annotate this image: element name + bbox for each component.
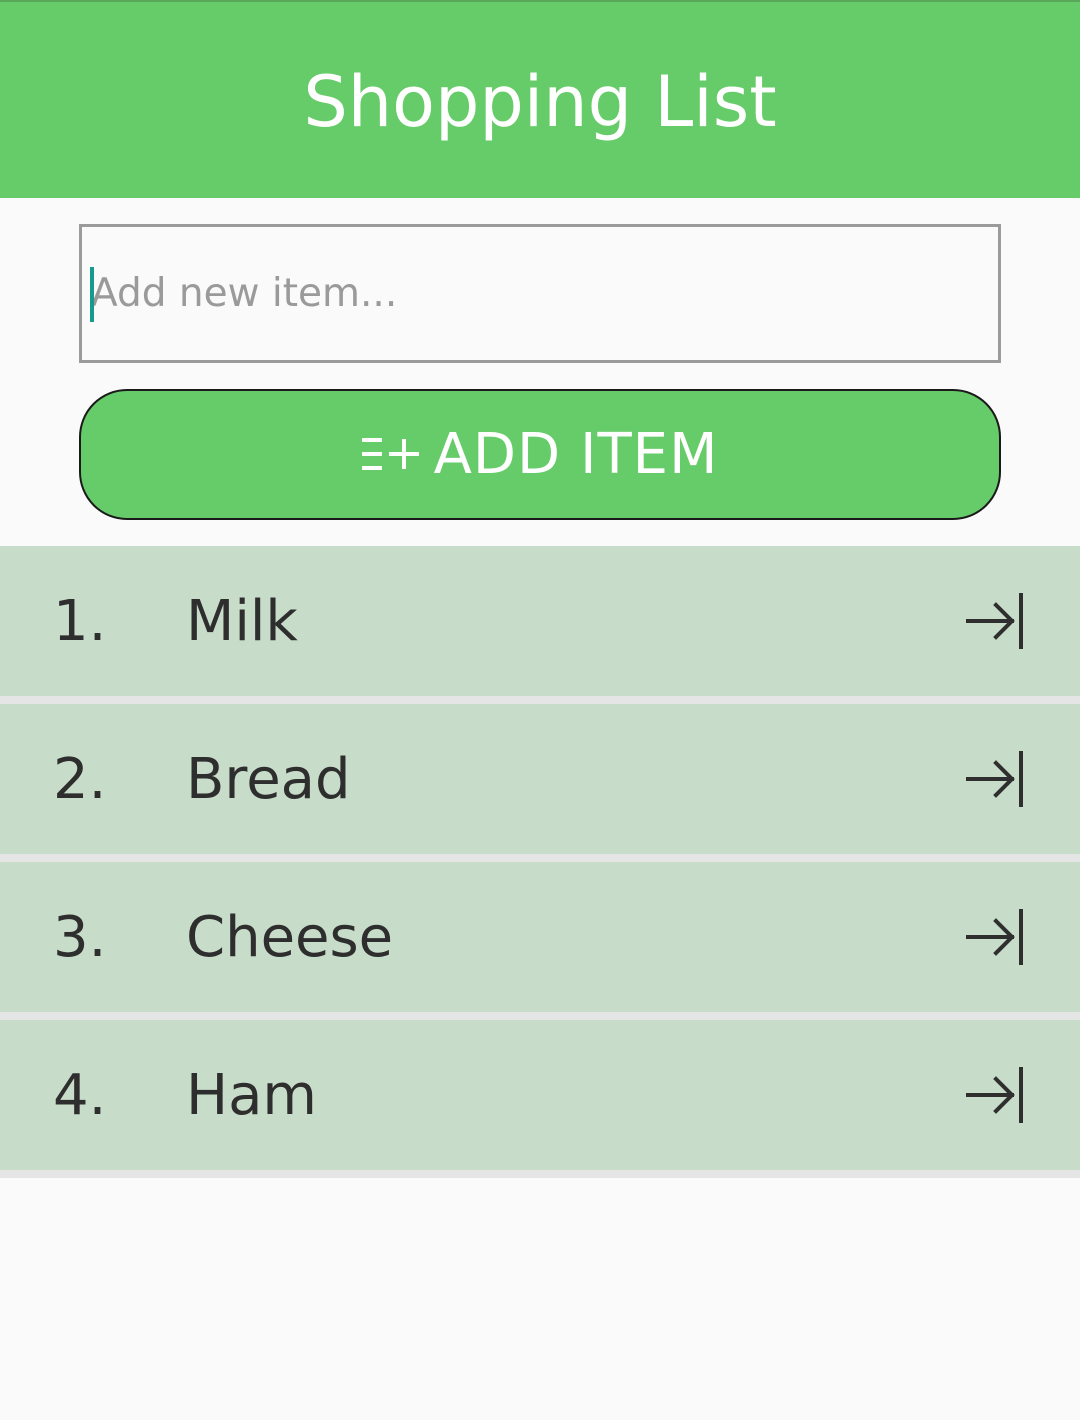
- list-item[interactable]: 1. Milk: [0, 546, 1080, 696]
- playlist-add-icon: [361, 437, 419, 470]
- item-name: Ham: [186, 1062, 317, 1128]
- item-name: Bread: [186, 746, 351, 812]
- shopping-list: 1. Milk 2. Bread 3. Cheese 4. Ham: [0, 546, 1080, 1178]
- item-number: 4.: [53, 1062, 107, 1128]
- arrow-to-right-bar-icon[interactable]: [962, 1066, 1026, 1124]
- arrow-to-right-bar-icon[interactable]: [962, 592, 1026, 650]
- add-item-label: ADD ITEM: [433, 422, 719, 487]
- item-name: Cheese: [186, 904, 394, 970]
- arrow-to-right-bar-icon[interactable]: [962, 750, 1026, 808]
- list-item[interactable]: 4. Ham: [0, 1020, 1080, 1170]
- top-divider: [0, 0, 1080, 2]
- list-item[interactable]: 2. Bread: [0, 704, 1080, 854]
- item-number: 3.: [53, 904, 107, 970]
- add-item-button[interactable]: ADD ITEM: [79, 389, 1001, 520]
- list-item[interactable]: 3. Cheese: [0, 862, 1080, 1012]
- text-caret: [90, 267, 94, 322]
- new-item-input[interactable]: [82, 227, 998, 360]
- new-item-field[interactable]: [79, 224, 1001, 363]
- page-title: Shopping List: [303, 61, 777, 143]
- item-number: 2.: [53, 746, 107, 812]
- arrow-to-right-bar-icon[interactable]: [962, 908, 1026, 966]
- app-bar: Shopping List: [0, 0, 1080, 198]
- item-name: Milk: [186, 588, 298, 654]
- item-number: 1.: [53, 588, 107, 654]
